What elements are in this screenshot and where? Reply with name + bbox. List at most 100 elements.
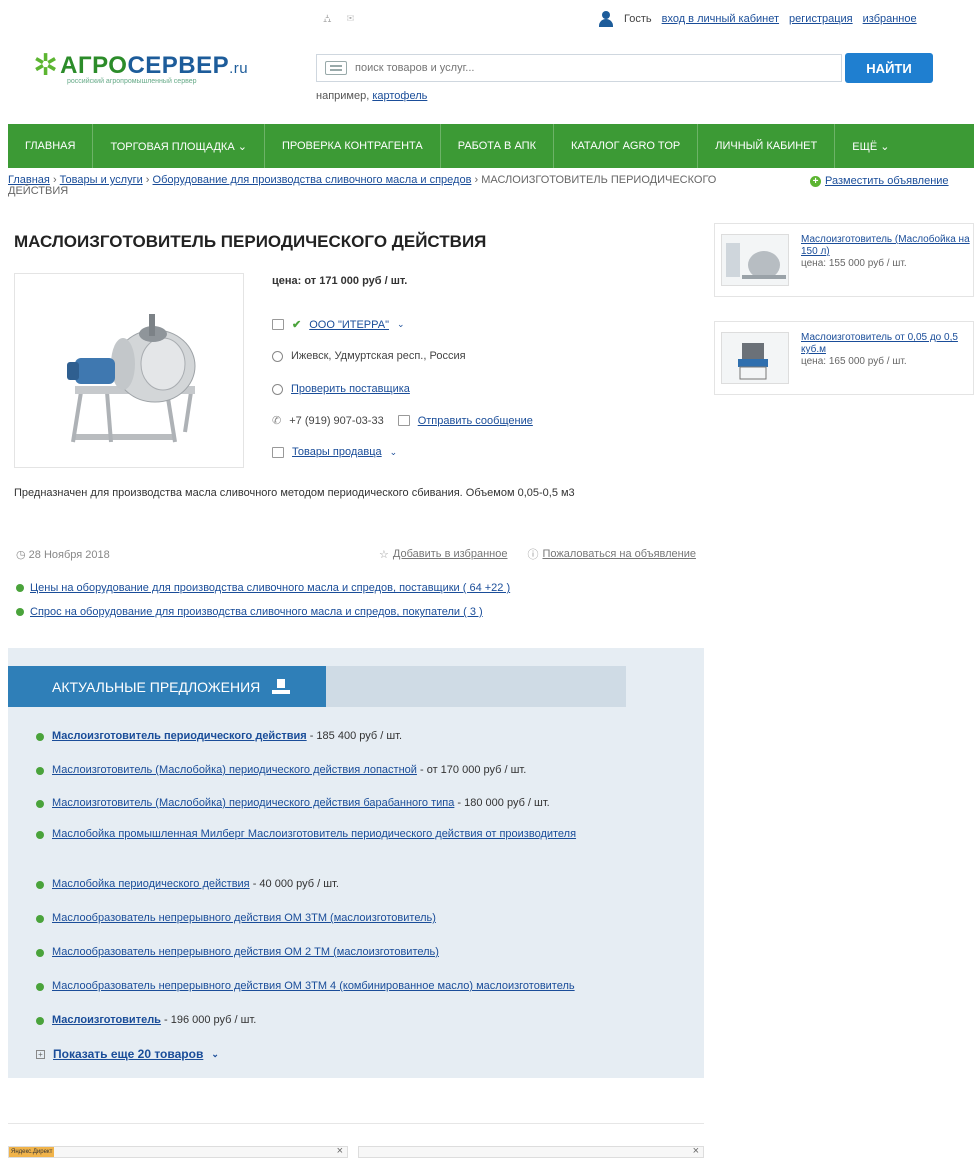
bullet-icon	[36, 983, 44, 991]
nav-more[interactable]: ЕЩЁ ⌄	[835, 124, 906, 168]
star-icon: ☆	[379, 548, 389, 561]
breadcrumb-goods[interactable]: Товары и услуги	[60, 174, 143, 186]
bullet-icon	[36, 881, 44, 889]
seller-link[interactable]: ООО "ИТЕРРА"	[309, 319, 389, 331]
show-more-link[interactable]: Показать еще 20 товаров	[53, 1047, 203, 1061]
divider	[8, 1123, 704, 1124]
offer-item: Маслообразователь непрерывного действия …	[36, 980, 686, 993]
offer-item: Маслоизготовитель (Маслобойка) периодиче…	[36, 797, 686, 810]
guest-label: Гость	[624, 13, 652, 25]
offer-link[interactable]: Маслобойка промышленная Милберг Маслоизг…	[52, 828, 576, 840]
search-hint: например, картофель	[316, 90, 428, 102]
offer-link[interactable]: Маслоизготовитель периодического действи…	[52, 730, 307, 742]
top-icons[interactable]: ⛼ ✉	[323, 13, 360, 27]
nav-marketplace[interactable]: ТОРГОВАЯ ПЛОЩАДКА ⌄	[93, 124, 265, 168]
offers-heading: АКТУАЛЬНЫЕ ПРЕДЛОЖЕНИЯ	[8, 666, 326, 707]
sidebar-price: цена: 155 000 руб / шт.	[801, 258, 907, 269]
show-more[interactable]: + Показать еще 20 товаров ⌄	[36, 1047, 219, 1061]
offer-item: Маслоизготовитель - 196 000 руб / шт.	[36, 1014, 686, 1027]
favorites-link[interactable]: избранное	[863, 13, 917, 25]
product-image[interactable]	[14, 273, 244, 468]
offer-item: Маслобойка периодического действия - 40 …	[36, 878, 686, 891]
offer-link[interactable]: Маслообразователь непрерывного действия …	[52, 980, 575, 992]
product-price: цена: от 171 000 руб / шт.	[272, 275, 408, 287]
sidebar-thumbnail[interactable]	[721, 332, 789, 384]
complain-link[interactable]: Пожаловаться на объявление	[542, 548, 696, 560]
nav-jobs[interactable]: РАБОТА В АПК	[441, 124, 554, 168]
offer-link[interactable]: Маслообразователь непрерывного действия …	[52, 912, 436, 924]
sidebar-price: цена: 165 000 руб / шт.	[801, 356, 907, 367]
related-prices-link[interactable]: Цены на оборудование для производства сл…	[30, 582, 510, 594]
search-hint-link[interactable]: картофель	[372, 90, 427, 102]
bullet-icon	[16, 608, 24, 616]
search-input[interactable]	[355, 62, 795, 74]
nav-account[interactable]: ЛИЧНЫЙ КАБИНЕТ	[698, 124, 836, 168]
post-ad-link[interactable]: Разместить объявление	[825, 175, 949, 187]
ad-label: Яндекс.Директ	[9, 1147, 55, 1157]
sidebar-card[interactable]: Маслоизготовитель (Маслобойка на 150 л) …	[714, 223, 974, 297]
offer-item: Маслоизготовитель (Маслобойка) периодиче…	[36, 764, 686, 777]
user-links: Гость вход в личный кабинет регистрация …	[598, 11, 917, 27]
info-icon: ⓘ	[527, 549, 539, 561]
breadcrumb-category[interactable]: Оборудование для производства сливочного…	[153, 174, 472, 186]
nav-home[interactable]: ГЛАВНАЯ	[8, 124, 94, 168]
add-favorite-link[interactable]: Добавить в избранное	[393, 548, 508, 560]
goods-icon	[272, 446, 284, 458]
nav-catalog[interactable]: КАТАЛОГ AGRO TOP	[554, 124, 699, 168]
person-check-icon	[272, 383, 283, 395]
offer-link[interactable]: Маслобойка периодического действия	[52, 878, 250, 890]
offer-link[interactable]: Маслоизготовитель (Маслобойка) периодиче…	[52, 797, 454, 809]
site-logo[interactable]: ✲ АГРОСЕРВЕР.ru российский агропромышлен…	[33, 49, 248, 86]
sidebar-title[interactable]: Маслоизготовитель (Маслобойка на 150 л)	[801, 234, 973, 258]
check-supplier-link[interactable]: Проверить поставщика	[291, 383, 410, 395]
seller-goods-row: Товары продавца ⌄	[272, 446, 397, 458]
verified-check-icon: ✔	[292, 319, 302, 331]
ad-block[interactable]: Яндекс.Директ ×	[8, 1145, 348, 1158]
company-icon	[272, 319, 284, 330]
search-box[interactable]	[316, 54, 842, 82]
user-icon	[598, 11, 614, 27]
contact-row: ✆ +7 (919) 907-03-33 Отправить сообщение	[272, 414, 533, 428]
sidebar-title[interactable]: Маслоизготовитель от 0,05 до 0,5 куб.м	[801, 332, 973, 356]
offer-link[interactable]: Маслоизготовитель	[52, 1014, 161, 1026]
check-supplier-row: Проверить поставщика	[272, 383, 410, 395]
plus-icon: +	[810, 175, 821, 187]
download-icon	[272, 678, 291, 695]
phone-number[interactable]: +7 (919) 907-03-33	[289, 415, 383, 427]
sidebar-text: Маслоизготовитель от 0,05 до 0,5 куб.м ц…	[801, 332, 973, 368]
ad-block[interactable]: ×	[358, 1145, 704, 1158]
related-demand-link[interactable]: Спрос на оборудование для производства с…	[30, 606, 483, 618]
bullet-icon	[36, 733, 44, 741]
register-link[interactable]: регистрация	[789, 13, 853, 25]
nav-counterparty-check[interactable]: ПРОВЕРКА КОНТРАГЕНТА	[265, 124, 441, 168]
login-link[interactable]: вход в личный кабинет	[662, 13, 779, 25]
offer-link[interactable]: Маслоизготовитель (Маслобойка) периодиче…	[52, 764, 417, 776]
offer-link[interactable]: Маслообразователь непрерывного действия …	[52, 946, 439, 958]
sidebar-thumbnail[interactable]	[721, 234, 789, 286]
chevron-down-icon: ⌄	[211, 1048, 219, 1059]
page-title: МАСЛОИЗГОТОВИТЕЛЬ ПЕРИОДИЧЕСКОГО ДЕЙСТВИ…	[14, 232, 487, 251]
sidebar-card[interactable]: Маслоизготовитель от 0,05 до 0,5 куб.м ц…	[714, 321, 974, 395]
post-ad[interactable]: + Разместить объявление	[810, 175, 949, 187]
meta-row: ◷ 28 Ноября 2018 ☆ Добавить в избранное …	[16, 546, 696, 562]
location-pin-icon	[272, 350, 283, 362]
offer-item: Маслообразователь непрерывного действия …	[36, 912, 686, 925]
related-demand: Спрос на оборудование для производства с…	[16, 606, 483, 618]
breadcrumb: Главная › Товары и услуги › Оборудование…	[8, 174, 717, 197]
chevron-down-icon[interactable]: ⌄	[397, 319, 405, 330]
seller-goods-link[interactable]: Товары продавца	[292, 446, 382, 458]
location-text: Ижевск, Удмуртская респ., Россия	[291, 350, 466, 362]
logo-flower-icon: ✲	[33, 49, 59, 82]
bullet-icon	[36, 915, 44, 923]
phone-icon: ✆	[272, 415, 282, 427]
search-button[interactable]: НАЙТИ	[845, 53, 933, 83]
location-row: Ижевск, Удмуртская респ., Россия	[272, 350, 466, 362]
close-icon[interactable]: ×	[693, 1145, 699, 1157]
product-description: Предназначен для производства масла слив…	[14, 487, 575, 499]
offers-head-strip	[326, 666, 626, 707]
bullet-icon	[36, 949, 44, 957]
chevron-down-icon[interactable]: ⌄	[390, 447, 398, 458]
send-message-link[interactable]: Отправить сообщение	[418, 415, 533, 427]
close-icon[interactable]: ×	[337, 1145, 343, 1157]
bullet-icon	[16, 584, 24, 592]
